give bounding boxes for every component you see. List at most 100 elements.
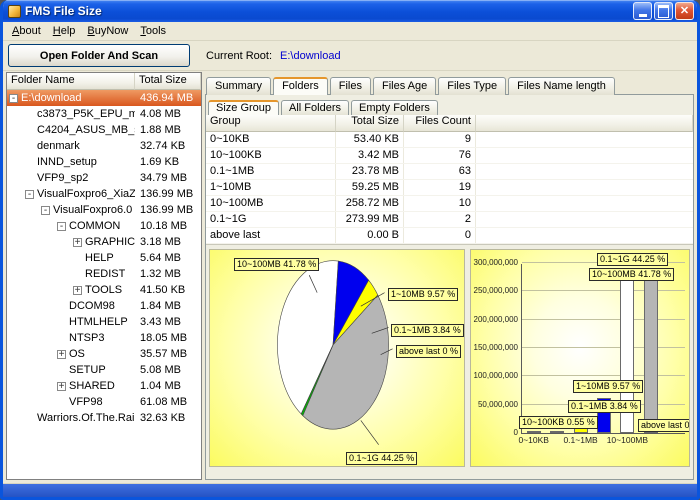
cell-spacer <box>476 212 693 227</box>
tree-row[interactable]: NTSP3 18.05 MB <box>7 330 201 346</box>
cell-total-size: 258.72 MB <box>336 196 404 211</box>
column-header-group[interactable]: Group <box>206 115 336 132</box>
cell-total-size: 3.42 MB <box>336 148 404 163</box>
tree-cell-name: - VisualFoxpro6.0 <box>7 203 135 218</box>
title-bar[interactable]: FMS File Size <box>3 0 697 22</box>
tree-cell-name: Warriors.Of.The.Rainbow... <box>7 411 135 426</box>
minimize-icon[interactable] <box>633 2 652 20</box>
table-row[interactable]: 10~100MB 258.72 MB 10 <box>206 196 693 212</box>
column-header-files-count[interactable]: Files Count <box>404 115 476 132</box>
tree-cell-name: + TOOLS <box>7 283 135 298</box>
main-tab[interactable]: Files Type <box>438 77 506 95</box>
folder-size: 41.50 KB <box>135 283 201 298</box>
folder-size: 3.43 MB <box>135 315 201 330</box>
tree-cell-name: NTSP3 <box>7 331 135 346</box>
table-header: Group Total Size Files Count <box>206 115 693 132</box>
folder-name: NTSP3 <box>69 331 104 346</box>
cell-total-size: 53.40 KB <box>336 132 404 147</box>
main-area: Folder Name Total Size - E:\download 436… <box>3 71 697 483</box>
folder-size: 1.32 MB <box>135 267 201 282</box>
maximize-icon[interactable] <box>654 2 673 20</box>
cell-files-count: 76 <box>404 148 476 163</box>
main-tab[interactable]: Folders <box>273 77 328 95</box>
tree-cell-name: + GRAPHICS <box>7 235 135 250</box>
tree-row[interactable]: + SHARED 1.04 MB <box>7 378 201 394</box>
table-row[interactable]: 1~10MB 59.25 MB 19 <box>206 180 693 196</box>
current-root-label: Current Root: <box>206 50 272 62</box>
cell-group: 10~100KB <box>206 148 336 163</box>
tree-cell-name: DCOM98 <box>7 299 135 314</box>
expander-icon[interactable]: + <box>73 286 82 295</box>
tree-row[interactable]: c3873_P5K_EPU_manual 4.08 MB <box>7 106 201 122</box>
column-header-total-size[interactable]: Total Size <box>135 73 201 90</box>
folder-size: 3.18 MB <box>135 235 201 250</box>
expander-icon[interactable]: - <box>9 94 18 103</box>
folder-name: SETUP <box>69 363 106 378</box>
tree-row[interactable]: + TOOLS 41.50 KB <box>7 282 201 298</box>
folder-name: HELP <box>85 251 114 266</box>
main-tab[interactable]: Files <box>330 77 371 95</box>
table-row[interactable]: 0.1~1G 273.99 MB 2 <box>206 212 693 228</box>
cell-files-count: 19 <box>404 180 476 195</box>
tree-row[interactable]: SETUP 5.08 MB <box>7 362 201 378</box>
close-icon[interactable] <box>675 2 694 20</box>
tree-row[interactable]: + GRAPHICS 3.18 MB <box>7 234 201 250</box>
expander-icon[interactable]: - <box>25 190 34 199</box>
tree-row[interactable]: VFP98 61.08 MB <box>7 394 201 410</box>
cell-files-count: 0 <box>404 228 476 243</box>
table-row[interactable]: above last 0.00 B 0 <box>206 228 693 244</box>
menu-item[interactable]: Help <box>47 24 82 38</box>
tree-row[interactable]: HTMLHELP 3.43 MB <box>7 314 201 330</box>
tree-row[interactable]: - COMMON 10.18 MB <box>7 218 201 234</box>
sub-tab[interactable]: Size Group <box>208 100 279 116</box>
cell-spacer <box>476 180 693 195</box>
tree-cell-name: + OS <box>7 347 135 362</box>
folder-size: 10.18 MB <box>135 219 201 234</box>
main-tab[interactable]: Files Name length <box>508 77 615 95</box>
cell-group: above last <box>206 228 336 243</box>
expander-icon[interactable]: - <box>57 222 66 231</box>
tree-row[interactable]: INND_setup 1.69 KB <box>7 154 201 170</box>
bar-callout-label: 10~100MB 41.78 % <box>589 268 674 281</box>
tree-row[interactable]: HELP 5.64 MB <box>7 250 201 266</box>
cell-total-size: 59.25 MB <box>336 180 404 195</box>
table-row[interactable]: 0.1~1MB 23.78 MB 63 <box>206 164 693 180</box>
tree-row[interactable]: denmark 32.74 KB <box>7 138 201 154</box>
tree-row[interactable]: - VisualFoxpro6_XiaZaiBa 136.99 MB <box>7 186 201 202</box>
sub-tab[interactable]: All Folders <box>281 100 349 116</box>
column-header-folder-name[interactable]: Folder Name <box>7 73 135 90</box>
cell-spacer <box>476 132 693 147</box>
menu-item[interactable]: About <box>6 24 47 38</box>
tree-row[interactable]: + OS 35.57 MB <box>7 346 201 362</box>
table-row[interactable]: 10~100KB 3.42 MB 76 <box>206 148 693 164</box>
tree-row[interactable]: - E:\download 436.94 MB <box>7 90 201 106</box>
main-tab[interactable]: Summary <box>206 77 271 95</box>
sub-tab[interactable]: Empty Folders <box>351 100 438 116</box>
expander-icon[interactable]: - <box>41 206 50 215</box>
open-folder-and-scan-button[interactable]: Open Folder And Scan <box>8 44 190 67</box>
expander-icon[interactable]: + <box>57 350 66 359</box>
folder-name: TOOLS <box>85 283 122 298</box>
menu-bar: About Help BuyNow Tools <box>3 22 697 41</box>
folder-size: 136.99 MB <box>135 203 201 218</box>
menu-item[interactable]: BuyNow <box>81 24 134 38</box>
expander-icon[interactable]: + <box>73 238 82 247</box>
tree-row[interactable]: VFP9_sp2 34.79 MB <box>7 170 201 186</box>
expander-icon[interactable]: + <box>57 382 66 391</box>
pie-callout-label: 10~100MB 41.78 % <box>234 258 319 271</box>
tree-row[interactable]: DCOM98 1.84 MB <box>7 298 201 314</box>
tree-cell-name: VFP9_sp2 <box>7 171 135 186</box>
folder-name: GRAPHICS <box>85 235 135 250</box>
table-row[interactable]: 0~10KB 53.40 KB 9 <box>206 132 693 148</box>
tree-row[interactable]: REDIST 1.32 MB <box>7 266 201 282</box>
folder-size: 5.64 MB <box>135 251 201 266</box>
column-header-total-size[interactable]: Total Size <box>336 115 404 132</box>
tree-row[interactable]: C4204_ASUS_MB_setup 1.88 MB <box>7 122 201 138</box>
tree-row[interactable]: Warriors.Of.The.Rainbow... 32.63 KB <box>7 410 201 426</box>
tree-row[interactable]: - VisualFoxpro6.0 136.99 MB <box>7 202 201 218</box>
menu-item[interactable]: Tools <box>134 24 172 38</box>
details-panel: Summary Folders Files Files Age Files Ty… <box>205 72 694 480</box>
app-icon <box>8 5 21 18</box>
tree-cell-name: HELP <box>7 251 135 266</box>
main-tab[interactable]: Files Age <box>373 77 436 95</box>
